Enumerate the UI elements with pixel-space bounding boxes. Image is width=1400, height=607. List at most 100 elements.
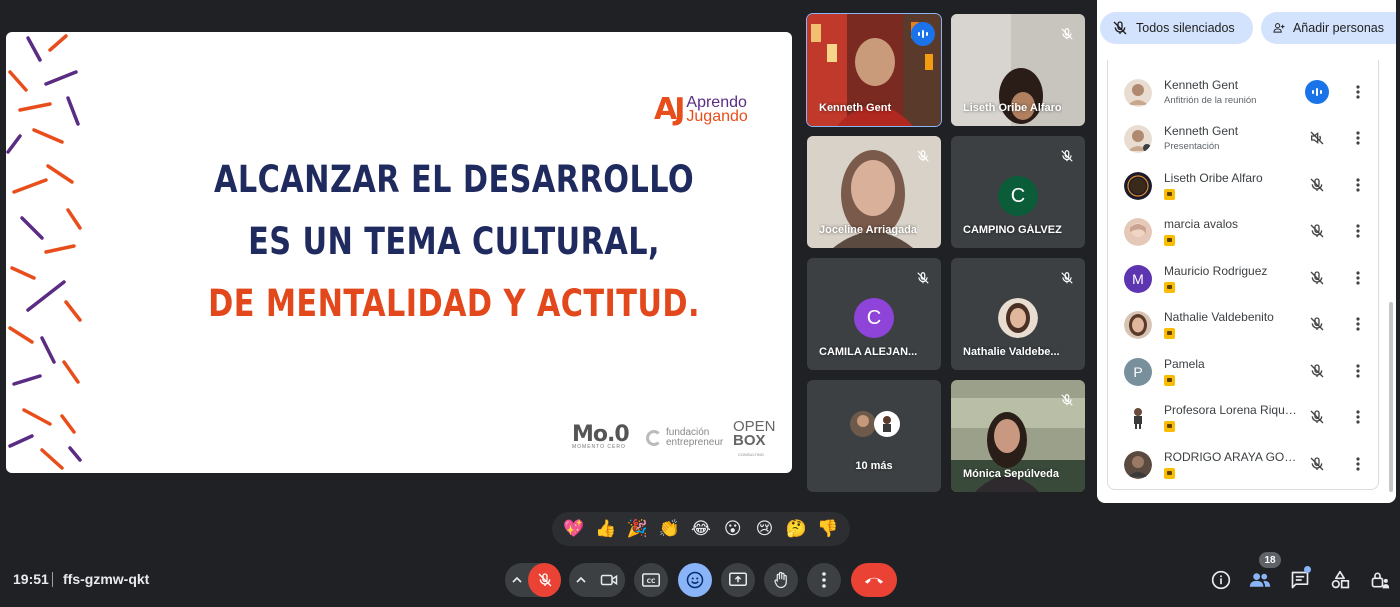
- mic-options-button[interactable]: [505, 563, 528, 597]
- slide-line-3: DE MENTALIDAD Y ACTITUD.: [208, 282, 700, 325]
- more-options-button[interactable]: [807, 563, 841, 597]
- video-tile-nathalie[interactable]: Nathalie Valdebe...: [951, 258, 1085, 370]
- mic-off-icon: [1305, 405, 1329, 429]
- reaction-thumbs-up[interactable]: 👍: [592, 515, 620, 543]
- host-controls-button[interactable]: [1366, 566, 1394, 594]
- video-tile-camila[interactable]: C CAMILA ALEJAN...: [807, 258, 941, 370]
- activities-button[interactable]: [1326, 566, 1354, 594]
- people-panel-button[interactable]: [1246, 566, 1274, 594]
- reaction-surprised[interactable]: 😮: [719, 515, 747, 543]
- video-tile-more-participants[interactable]: 10 más: [807, 380, 941, 492]
- speaking-indicator-icon: [1305, 80, 1329, 104]
- participant-name: Nathalie Valdebenito: [1164, 310, 1274, 324]
- volume-off-icon: [1305, 126, 1329, 150]
- video-tile-liseth[interactable]: Liseth Oribe Alfaro: [951, 14, 1085, 126]
- tile-name: 10 más: [855, 460, 893, 472]
- participant-more-button[interactable]: [1346, 80, 1370, 104]
- mic-off-icon: [911, 266, 935, 290]
- reaction-laugh[interactable]: 😂: [687, 515, 715, 543]
- list-item[interactable]: Kenneth Gent Anfitrión de la reunión: [1108, 74, 1378, 120]
- toggle-microphone-button[interactable]: [528, 563, 561, 597]
- mic-off-icon: [1305, 219, 1329, 243]
- participant-more-button[interactable]: [1346, 359, 1370, 383]
- video-tile-kenneth-gent[interactable]: Kenneth Gent: [806, 13, 942, 127]
- meeting-details-button[interactable]: [1207, 566, 1235, 594]
- mic-off-icon: [1113, 21, 1127, 35]
- participant-more-button[interactable]: [1346, 405, 1370, 429]
- mic-off-icon: [1305, 173, 1329, 197]
- presentation-tag-icon: [1164, 421, 1175, 432]
- reactions-bar: 💖 👍 🎉 👏 😂 😮 😢 🤔 👎: [552, 512, 850, 546]
- divider: [52, 572, 53, 587]
- list-item[interactable]: Liseth Oribe Alfaro: [1108, 167, 1378, 213]
- reactions-toggle-button[interactable]: [678, 563, 712, 597]
- stacked-avatars: [850, 411, 900, 437]
- participant-more-button[interactable]: [1346, 219, 1370, 243]
- panel-scrollbar[interactable]: [1389, 302, 1393, 492]
- lock-person-icon: [1371, 572, 1390, 589]
- participant-more-button[interactable]: [1346, 452, 1370, 476]
- list-item[interactable]: Kenneth Gent Presentación: [1108, 120, 1378, 166]
- participant-more-button[interactable]: [1346, 126, 1370, 150]
- sponsor-open-box: OPEN BOX: [733, 419, 776, 448]
- list-item[interactable]: Nathalie Valdebenito: [1108, 306, 1378, 352]
- end-call-button[interactable]: [851, 563, 897, 597]
- list-item[interactable]: Profesora Lorena Riquel...: [1108, 399, 1378, 445]
- tile-name: CAMILA ALEJAN...: [819, 346, 918, 358]
- mute-all-label: Todos silenciados: [1136, 21, 1235, 35]
- avatar: P: [1124, 358, 1152, 386]
- tile-name: Kenneth Gent: [819, 102, 892, 114]
- sponsor-fundacion-entrepreneur: fundación entrepreneur: [646, 428, 723, 448]
- more-vert-icon: [1356, 271, 1360, 285]
- reaction-thumbs-down[interactable]: 👎: [814, 515, 842, 543]
- presentation-tag-icon: [1164, 189, 1175, 200]
- presentation-tag-icon: [1164, 328, 1175, 339]
- present-screen-button[interactable]: [721, 563, 755, 597]
- video-tile-campino[interactable]: C CAMPINO GÁLVEZ: [951, 136, 1085, 248]
- participant-more-button[interactable]: [1346, 173, 1370, 197]
- sponsor-open-box-sub: CONSULTING: [738, 452, 764, 457]
- reaction-sad[interactable]: 😢: [750, 515, 778, 543]
- mic-off-icon: [911, 144, 935, 168]
- participant-more-button[interactable]: [1346, 312, 1370, 336]
- mic-off-icon: [1055, 388, 1079, 412]
- participant-name: Mauricio Rodriguez: [1164, 264, 1268, 278]
- camera-options-button[interactable]: [569, 563, 592, 597]
- add-people-button[interactable]: Añadir personas: [1261, 12, 1396, 44]
- participant-more-button[interactable]: [1346, 266, 1370, 290]
- list-item[interactable]: P Pamela: [1108, 353, 1378, 399]
- list-item[interactable]: RODRIGO ARAYA GON...: [1108, 446, 1378, 492]
- present-screen-icon: [729, 572, 747, 586]
- closed-captions-icon: CC: [642, 573, 660, 587]
- captions-button[interactable]: CC: [634, 563, 668, 597]
- reaction-party[interactable]: 🎉: [623, 515, 651, 543]
- ring-icon: [646, 430, 662, 446]
- clock: 19:51: [13, 571, 49, 587]
- list-item[interactable]: marcia avalos: [1108, 213, 1378, 259]
- list-item[interactable]: M Mauricio Rodriguez: [1108, 260, 1378, 306]
- raise-hand-button[interactable]: [764, 563, 798, 597]
- more-vert-icon: [1356, 178, 1360, 192]
- presentation-tag-icon: [1164, 375, 1175, 386]
- more-vert-icon: [822, 572, 826, 588]
- participant-name: Pamela: [1164, 357, 1205, 371]
- avatar: [1124, 218, 1152, 246]
- video-tile-monica[interactable]: Mónica Sepúlveda: [951, 380, 1085, 492]
- video-tile-joceline[interactable]: Joceline Arriagada: [807, 136, 941, 248]
- toggle-camera-button[interactable]: [592, 563, 625, 597]
- slide-headline: ALCANZAR EL DESARROLLO ES UN TEMA CULTUR…: [169, 149, 740, 335]
- slide-line-2: ES UN TEMA CULTURAL,: [248, 220, 660, 263]
- mic-off-icon: [1055, 22, 1079, 46]
- info-icon: [1211, 570, 1231, 590]
- reaction-heart[interactable]: 💖: [560, 515, 588, 543]
- reaction-thinking[interactable]: 🤔: [782, 515, 810, 543]
- more-vert-icon: [1356, 131, 1360, 145]
- chevron-up-icon: [512, 576, 522, 583]
- people-icon: [1249, 573, 1271, 587]
- avatar: [998, 298, 1038, 338]
- mute-all-button[interactable]: Todos silenciados: [1100, 12, 1253, 44]
- mic-off-icon: [1305, 452, 1329, 476]
- reaction-clap[interactable]: 👏: [655, 515, 683, 543]
- presentation-slide: AJ Aprendo Jugando ALCANZAR EL DESARROLL…: [6, 32, 792, 473]
- chat-icon: [1291, 571, 1309, 589]
